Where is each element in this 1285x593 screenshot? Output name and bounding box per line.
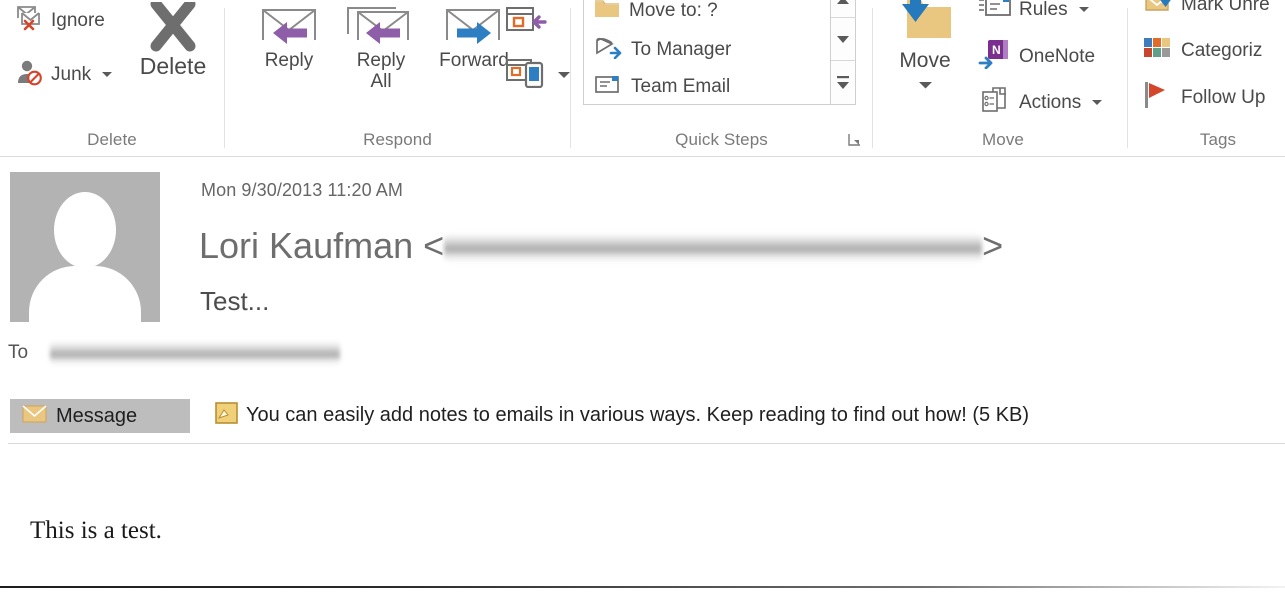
ribbon-group-move: Move Rules N OneNote Actions Move [873,0,1127,156]
note-attachment-icon [215,402,238,429]
ribbon-button-mark-unread-label: Mark Unre [1181,0,1270,15]
ribbon-group-quick-steps: Move to: ? To Manager Team Email Quick S… [571,0,872,156]
chevron-down-icon[interactable] [102,72,113,77]
message-subject: Test... [200,286,270,316]
ribbon-button-move-label: Move [899,49,951,72]
chevron-down-icon[interactable] [877,76,973,94]
quick-steps-scroll-down[interactable] [831,19,855,59]
tab-message-label: Message [56,404,138,427]
chevron-down-icon[interactable] [558,71,570,78]
junk-icon [14,58,44,91]
svg-text:N: N [992,43,1001,57]
avatar-body [29,266,141,322]
quick-step-team-email[interactable]: Team Email [594,73,730,100]
ribbon-button-follow-up-label: Follow Up [1181,86,1266,108]
sender-line: Lori Kaufman < > [199,223,1003,269]
avatar-head [54,192,116,268]
email-bracket-close: > [982,225,1004,266]
ribbon-group-tags-label: Tags [1199,130,1237,149]
quick-steps-more-options[interactable] [831,62,855,104]
ribbon-button-mark-unread[interactable]: Mark Unre [1142,0,1270,21]
bottom-divider [0,586,1285,588]
ribbon-group-respond: Reply Reply All Forward Respond [225,0,570,156]
ribbon-bottom-divider [0,156,1285,157]
divider [831,17,855,18]
ribbon-button-reply-with-im[interactable] [505,56,570,93]
ribbon-button-rules[interactable]: Rules [978,0,1089,25]
ribbon-button-ignore[interactable]: Ignore [14,4,105,37]
quick-steps-gallery: Move to: ? To Manager Team Email [583,0,841,105]
quick-steps-scroll-up[interactable] [831,0,855,15]
ribbon-button-reply-all-label: Reply All [329,50,433,92]
ribbon-group-delete: Ignore Junk Delete Delete [0,0,224,156]
sender-avatar[interactable] [10,172,160,322]
ribbon-button-onenote[interactable]: N OneNote [978,39,1095,74]
quick-step-move-to[interactable]: Move to: ? [594,0,718,24]
attachment-divider [8,443,1285,444]
ribbon-button-follow-up[interactable]: Follow Up [1142,80,1265,115]
quick-step-move-to-label: Move to: ? [629,0,718,21]
outlook-reading-pane: Ignore Junk Delete Delete Reply Reply Al… [0,0,1285,593]
mark-unread-icon [1142,0,1174,21]
ribbon-group-delete-label: Delete [87,130,137,149]
attachment-item[interactable]: You can easily add notes to emails in va… [215,402,1029,429]
divider [831,60,855,61]
move-folder-icon [877,0,973,50]
quick-step-to-manager-label: To Manager [631,38,732,60]
message-body: This is a test. [30,517,162,544]
sender-email-redacted [444,233,983,264]
message-date: Mon 9/30/2013 11:20 AM [201,180,404,200]
onenote-icon: N [978,39,1012,74]
ribbon-button-reply[interactable]: Reply [241,0,337,71]
ribbon-group-move-label: Move [982,130,1024,149]
folder-move-icon [594,0,620,24]
ignore-icon [14,4,44,37]
rules-icon [978,0,1012,25]
quick-step-to-manager[interactable]: To Manager [594,35,731,64]
ribbon-button-delete[interactable]: Delete [120,0,226,79]
ribbon-button-categorize-label: Categoriz [1181,39,1263,61]
to-manager-icon [594,35,622,64]
ribbon-button-ignore-label: Ignore [51,9,105,31]
team-email-icon [594,73,622,100]
tab-message[interactable]: Message [10,399,190,433]
quick-steps-dialog-launcher[interactable] [848,133,861,146]
ribbon-button-categorize[interactable]: Categoriz [1142,34,1262,67]
chevron-down-icon[interactable] [1078,7,1089,12]
ribbon-group-respond-label: Respond [363,130,432,149]
sender-name[interactable]: Lori Kaufman [199,225,413,266]
recipient-redacted [50,340,340,366]
more-respond-icon [505,56,547,93]
chevron-down-icon[interactable] [1092,100,1103,105]
ribbon-button-onenote-label: OneNote [1019,45,1096,67]
reply-icon [241,0,337,50]
ribbon-button-junk[interactable]: Junk [14,58,113,91]
delete-x-icon [120,0,226,52]
quick-step-team-email-label: Team Email [631,75,731,97]
ribbon-button-junk-label: Junk [51,63,92,85]
quick-steps-scrollbar[interactable] [830,0,856,105]
ribbon-button-meeting[interactable] [505,4,547,41]
attachment-label: You can easily add notes to emails in va… [246,404,1030,426]
ribbon-button-actions-label: Actions [1019,91,1082,113]
follow-up-flag-icon [1142,80,1174,115]
ribbon-group-tags: Mark Unre Categoriz Follow Up Tags [1128,0,1285,156]
email-bracket-open: < [423,225,445,266]
ribbon-button-reply-label: Reply [264,50,314,71]
actions-icon [978,86,1012,119]
ribbon-button-actions[interactable]: Actions [978,86,1103,119]
ribbon-button-rules-label: Rules [1019,0,1068,20]
to-label: To [8,342,29,363]
ribbon-button-delete-label: Delete [139,53,207,79]
ribbon-group-quick-steps-label: Quick Steps [675,130,768,149]
ribbon-button-reply-all[interactable]: Reply All [329,0,433,92]
envelope-icon [22,404,47,428]
meeting-icon [505,4,547,41]
categorize-icon [1142,34,1174,67]
ribbon-button-move[interactable]: Move [877,0,973,94]
ribbon: Ignore Junk Delete Delete Reply Reply Al… [0,0,1285,157]
reply-all-icon [329,0,433,50]
reply-all-text: Reply All [356,50,406,92]
